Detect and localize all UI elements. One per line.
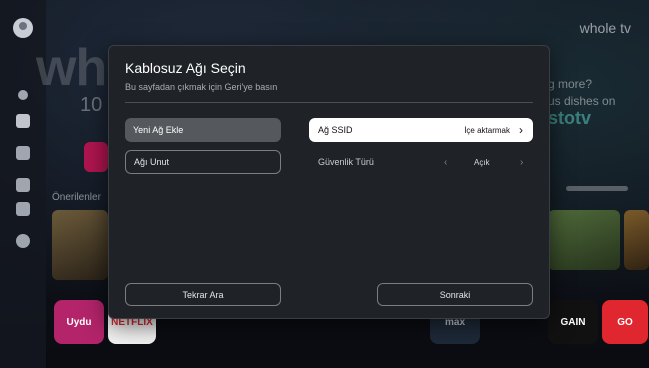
ssid-value: İçe aktarmak bbox=[464, 125, 510, 135]
forget-network-button[interactable]: Ağı Unut bbox=[125, 150, 281, 174]
hero-right-line-2: us dishes on bbox=[548, 94, 616, 108]
hero-red-accent bbox=[84, 142, 108, 172]
recommendation-tile[interactable] bbox=[548, 210, 620, 270]
recommendation-tile[interactable] bbox=[624, 210, 649, 270]
dialog-title: Kablosuz Ağı Seçin bbox=[125, 60, 246, 76]
tv-icon[interactable] bbox=[16, 146, 30, 160]
chevron-left-icon[interactable]: ‹ bbox=[444, 157, 447, 168]
hero-right-logo: stotv bbox=[548, 108, 592, 128]
dialog-subtitle: Bu sayfadan çıkmak için Geri'ye basın bbox=[125, 82, 278, 92]
hero-banner-number: 10 bbox=[80, 94, 103, 116]
retry-scan-button[interactable]: Tekrar Ara bbox=[125, 283, 281, 306]
retry-scan-label: Tekrar Ara bbox=[182, 289, 224, 300]
hero-right-line-1: g more? bbox=[548, 77, 593, 91]
add-network-button[interactable]: Yeni Ağ Ekle bbox=[125, 118, 281, 142]
chevron-right-icon[interactable]: › bbox=[520, 157, 523, 168]
forget-network-label: Ağı Unut bbox=[134, 157, 170, 167]
app-tile-uydu[interactable]: Uydu bbox=[54, 300, 104, 344]
store-icon[interactable] bbox=[16, 178, 30, 192]
recommendations-label: Önerilenler bbox=[52, 192, 101, 203]
ssid-label: Ağ SSID bbox=[318, 125, 353, 135]
wifi-select-dialog: Kablosuz Ağı Seçin Bu sayfadan çıkmak iç… bbox=[108, 45, 550, 319]
search-icon[interactable] bbox=[18, 90, 28, 100]
home-icon[interactable] bbox=[16, 114, 30, 128]
next-button[interactable]: Sonraki bbox=[377, 283, 533, 306]
add-network-label: Yeni Ağ Ekle bbox=[133, 125, 184, 135]
next-label: Sonraki bbox=[439, 289, 471, 300]
apps-icon[interactable] bbox=[16, 202, 30, 216]
chevron-right-icon: › bbox=[519, 123, 523, 137]
recommendation-tile[interactable] bbox=[52, 210, 108, 280]
dialog-divider bbox=[125, 102, 533, 103]
settings-icon[interactable] bbox=[16, 234, 30, 248]
brand-logo: whole tv bbox=[579, 20, 631, 36]
security-type-selector[interactable]: Güvenlik Türü ‹ Açık › bbox=[309, 150, 533, 174]
hero-pager-dots bbox=[566, 186, 628, 191]
app-tile-go[interactable]: GO bbox=[602, 300, 648, 344]
security-type-label: Güvenlik Türü bbox=[318, 157, 374, 167]
ssid-field[interactable]: Ağ SSID İçe aktarmak › bbox=[309, 118, 533, 142]
app-tile-gain[interactable]: GAIN bbox=[548, 300, 598, 344]
profile-avatar[interactable] bbox=[13, 18, 33, 38]
security-type-value: Açık bbox=[474, 157, 490, 167]
